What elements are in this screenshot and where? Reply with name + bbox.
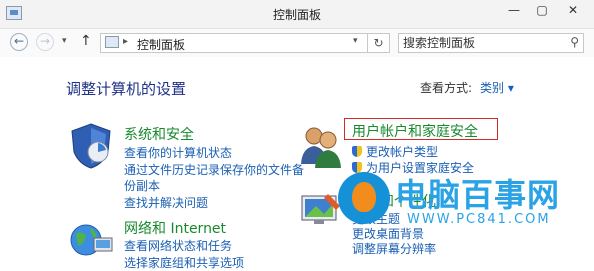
maximize-button[interactable]: ▢	[528, 0, 556, 20]
link-file-history-backup[interactable]: 通过文件历史记录保存你的文件备	[124, 161, 304, 178]
page-title: 调整计算机的设置	[66, 80, 187, 98]
uac-shield-icon	[352, 146, 362, 157]
shield-icon[interactable]	[68, 122, 114, 170]
close-button[interactable]: ✕	[556, 0, 590, 20]
search-box[interactable]: ⚲	[398, 33, 584, 53]
watermark-url: WWW.PC841.COM	[407, 212, 551, 227]
title-bar: 控制面板 — ▢ ✕	[0, 0, 594, 29]
chevron-right-icon[interactable]: ▸	[123, 36, 128, 47]
link-homegroup-sharing[interactable]: 选择家庭组和共享选项	[124, 254, 244, 271]
refresh-button[interactable]: ↻	[368, 33, 390, 53]
globe-network-icon[interactable]	[68, 218, 114, 258]
back-button[interactable]: ←	[10, 33, 28, 51]
link-troubleshoot[interactable]: 查找并解决问题	[124, 194, 208, 211]
watermark-logo	[338, 172, 390, 224]
category-system-security[interactable]: 系统和安全	[124, 124, 194, 144]
view-by-dropdown[interactable]: 类别 ▾	[480, 79, 514, 96]
recent-locations-button[interactable]: ▾	[62, 36, 67, 46]
search-icon[interactable]: ⚲	[570, 35, 579, 49]
link-adjust-screen-resolution[interactable]: 调整屏幕分辨率	[352, 240, 436, 257]
link-change-account-type[interactable]: 更改帐户类型	[366, 143, 438, 160]
address-dropdown-button[interactable]: ▾	[353, 36, 358, 46]
up-button[interactable]: ↑	[80, 33, 92, 49]
category-user-accounts-family-safety[interactable]: 用户帐户和家庭安全	[352, 121, 478, 141]
link-view-computer-status[interactable]: 查看你的计算机状态	[124, 144, 232, 161]
control-panel-icon	[105, 36, 119, 48]
search-input[interactable]	[403, 35, 563, 51]
category-network-internet[interactable]: 网络和 Internet	[124, 218, 226, 238]
forward-button[interactable]: →	[36, 33, 54, 51]
view-by-label: 查看方式:	[420, 81, 473, 95]
link-file-history-backup-cont[interactable]: 份副本	[124, 177, 160, 194]
link-view-network-status[interactable]: 查看网络状态和任务	[124, 237, 232, 254]
minimize-button[interactable]: —	[500, 0, 528, 20]
breadcrumb-control-panel[interactable]: 控制面板	[137, 36, 185, 53]
users-icon[interactable]	[298, 124, 344, 170]
watermark-text: 电脑百事网	[395, 176, 561, 214]
navigation-bar: ← → ▾ ↑ ▸ 控制面板 ▾ ↻ ⚲	[0, 29, 594, 57]
address-bar[interactable]: ▸ 控制面板 ▾	[100, 33, 368, 53]
